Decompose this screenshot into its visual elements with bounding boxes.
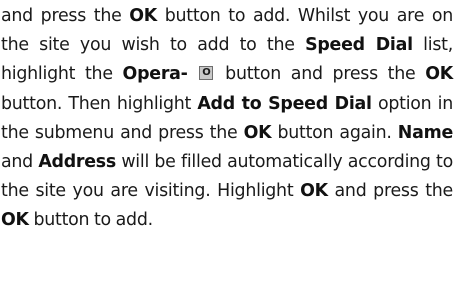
text-segment: button. Then highlight <box>1 93 198 114</box>
text-segment: button and press the <box>215 64 426 85</box>
text-segment: button again. <box>271 122 398 143</box>
instruction-paragraph: and press the OK button to add. Whilst y… <box>1 2 453 236</box>
ok-button-label: OK <box>425 64 453 85</box>
address-field-label: Address <box>38 152 116 173</box>
text-segment: and <box>1 152 39 173</box>
opera-button-label: Opera- <box>122 64 188 85</box>
opera-key-glyph: O <box>202 67 211 79</box>
text-segment: and press the <box>327 181 454 202</box>
manual-page: and press the OK button to add. Whilst y… <box>0 0 454 287</box>
opera-key-icon: O <box>199 66 214 81</box>
text-segment: and press the <box>1 6 130 26</box>
ok-button-label: OK <box>1 210 29 231</box>
ok-button-label: OK <box>243 122 272 143</box>
text-segment: button to add. <box>28 210 153 231</box>
add-to-speed-dial-label: Add to Speed Dial <box>197 93 372 114</box>
ok-button-label: OK <box>300 181 328 202</box>
speed-dial-label: Speed Dial <box>305 35 413 56</box>
ok-button-label: OK <box>129 6 158 26</box>
name-field-label: Name <box>397 122 453 143</box>
